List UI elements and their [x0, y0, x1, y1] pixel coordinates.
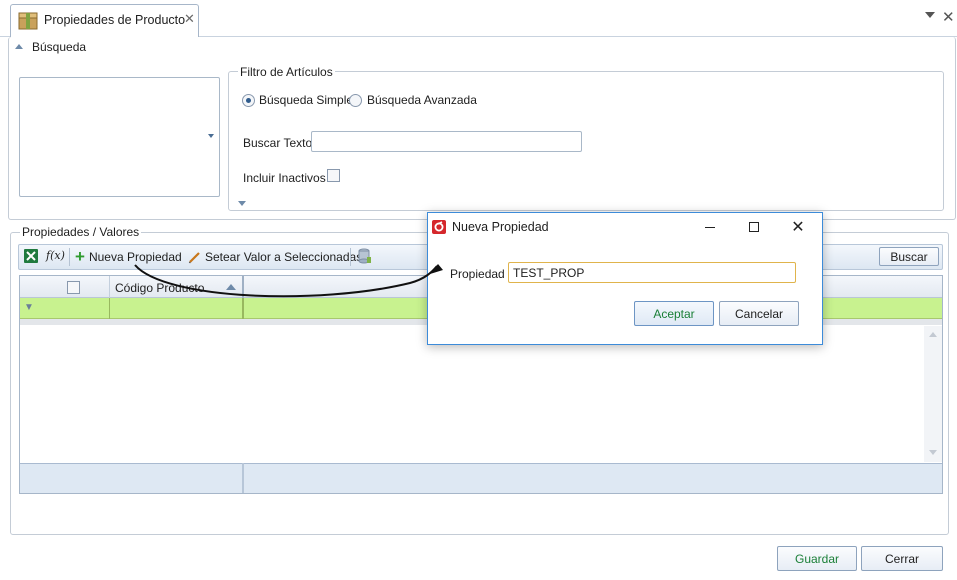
toolbar-separator	[69, 248, 70, 266]
filter-expand-icon[interactable]	[238, 201, 246, 206]
maximize-icon[interactable]	[739, 215, 769, 239]
nueva-propiedad-button[interactable]: + Nueva Propiedad	[75, 248, 182, 266]
app-logo-icon	[432, 220, 446, 234]
radio-busqueda-simple-label: Búsqueda Simple	[259, 93, 354, 107]
search-listbox[interactable]	[19, 77, 220, 197]
buscar-texto-label: Buscar Texto	[243, 136, 313, 150]
plus-icon: +	[75, 247, 85, 266]
filter-cell-divider	[242, 298, 244, 319]
setear-valor-label: Setear Valor a Seleccionadas	[205, 250, 363, 264]
product-box-icon	[18, 12, 38, 30]
grid-footer	[20, 463, 942, 493]
radio-busqueda-simple[interactable]	[242, 94, 255, 107]
filtro-articulos-title: Filtro de Artículos	[238, 65, 335, 79]
cerrar-button[interactable]: Cerrar	[861, 546, 943, 571]
column-header-codigo-producto[interactable]: Código Producto	[115, 281, 204, 295]
tab-title: Propiedades de Producto	[44, 13, 186, 27]
close-document-icon[interactable]: ✕	[942, 8, 955, 26]
select-all-checkbox[interactable]	[67, 281, 80, 294]
buscar-texto-input[interactable]	[311, 131, 582, 152]
toolbar-separator	[350, 248, 351, 266]
scroll-down-arrow-icon[interactable]	[929, 450, 937, 455]
buscar-button[interactable]: Buscar	[879, 247, 939, 266]
formula-icon[interactable]: f(x)	[46, 249, 65, 262]
footer-divider	[242, 463, 244, 493]
cancelar-button[interactable]: Cancelar	[719, 301, 799, 326]
dialog-close-icon[interactable]: ✕	[783, 215, 813, 239]
propiedades-valores-title: Propiedades / Valores	[20, 225, 142, 239]
listbox-dropdown-icon[interactable]	[208, 134, 214, 138]
radio-busqueda-avanzada-label: Búsqueda Avanzada	[367, 93, 477, 107]
incluir-inactivos-checkbox[interactable]	[327, 169, 340, 182]
pencil-icon	[188, 252, 200, 264]
tab-propiedades-de-producto[interactable]: Propiedades de Producto ✕	[10, 4, 199, 38]
nueva-propiedad-dialog: Nueva Propiedad ✕ Propiedad Aceptar Canc…	[427, 212, 823, 345]
incluir-inactivos-label: Incluir Inactivos	[243, 171, 326, 185]
nueva-propiedad-label: Nueva Propiedad	[88, 250, 182, 264]
setear-valor-button[interactable]: Setear Valor a Seleccionadas	[188, 248, 362, 266]
tab-close-icon[interactable]: ✕	[184, 11, 195, 27]
dialog-title: Nueva Propiedad	[452, 220, 549, 234]
aceptar-button[interactable]: Aceptar	[634, 301, 714, 326]
radio-busqueda-avanzada[interactable]	[349, 94, 362, 107]
database-icon[interactable]	[357, 248, 371, 264]
sort-ascending-icon	[226, 284, 236, 290]
guardar-button[interactable]: Guardar	[777, 546, 857, 571]
busqueda-collapse-icon[interactable]	[15, 44, 23, 49]
export-excel-icon[interactable]	[23, 248, 39, 264]
propiedad-input[interactable]	[508, 262, 796, 283]
tab-list-dropdown-icon[interactable]	[925, 12, 935, 18]
propiedad-label: Propiedad	[450, 267, 505, 281]
vertical-scrollbar[interactable]	[924, 326, 942, 462]
filter-cell-divider	[109, 298, 110, 319]
scroll-up-arrow-icon[interactable]	[929, 332, 937, 337]
busqueda-title: Búsqueda	[30, 40, 89, 54]
minimize-icon[interactable]	[695, 215, 725, 239]
filter-funnel-icon: ▼	[24, 302, 34, 313]
